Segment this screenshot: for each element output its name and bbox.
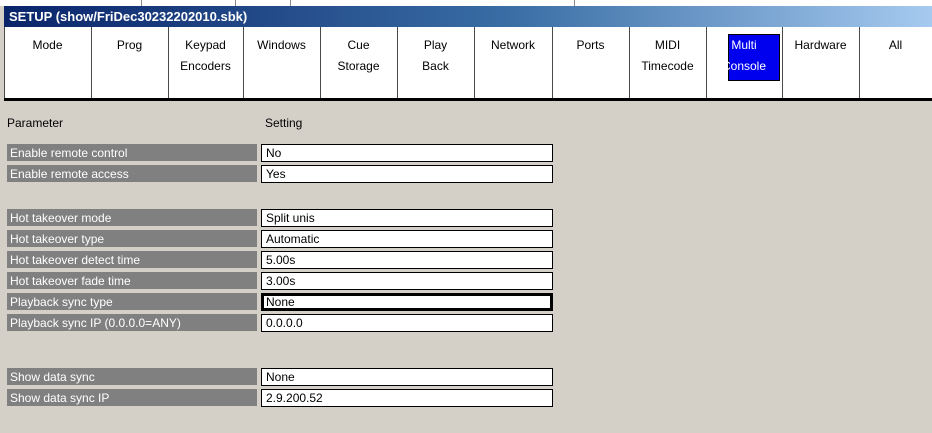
table-row: Enable remote access Yes: [4, 165, 556, 183]
setting-value[interactable]: 3.00s: [261, 272, 553, 290]
parameter-name: Enable remote control: [7, 144, 257, 162]
tab-label: Ports: [576, 38, 605, 52]
table-row: Enable remote control No: [4, 144, 556, 162]
tab-label: Multi Console: [721, 38, 767, 73]
tab-all[interactable]: All: [859, 27, 932, 101]
parameter-name: Playback sync IP (0.0.0.0=ANY): [7, 314, 257, 332]
parameter-name: Show data sync: [7, 368, 257, 386]
tab-mode[interactable]: Mode: [4, 27, 91, 101]
tab-keypad-encoders[interactable]: Keypad Encoders: [168, 27, 243, 101]
parameter-name: Show data sync IP: [7, 389, 257, 407]
window-title: SETUP (show/FriDec30232202010.sbk): [4, 6, 932, 27]
tab-multi-console[interactable]: Multi Console: [706, 27, 782, 101]
setting-value[interactable]: None: [261, 368, 553, 386]
tab-label: Play Back: [422, 38, 449, 73]
parameter-column-header: Parameter: [7, 116, 64, 130]
setting-value[interactable]: 5.00s: [261, 251, 553, 269]
parameter-name: Hot takeover mode: [7, 209, 257, 227]
tab-label: Keypad Encoders: [180, 38, 231, 73]
tab-play-back[interactable]: Play Back: [397, 27, 474, 101]
setting-value[interactable]: Automatic: [261, 230, 553, 248]
tab-label: Hardware: [794, 38, 847, 52]
setting-column-header: Setting: [265, 116, 303, 130]
tab-prog[interactable]: Prog: [91, 27, 168, 101]
tab-label: Cue Storage: [337, 38, 380, 73]
tab-label: Network: [490, 38, 535, 52]
tab-windows[interactable]: Windows: [243, 27, 320, 101]
table-row: Hot takeover fade time 3.00s: [4, 272, 556, 290]
tab-midi-timecode[interactable]: MIDI Timecode: [629, 27, 706, 101]
parameter-name: Playback sync type: [7, 293, 257, 311]
table-row: Playback sync type None: [4, 293, 556, 311]
table-row: Show data sync IP 2.9.200.52: [4, 389, 556, 407]
table-row: Hot takeover type Automatic: [4, 230, 556, 248]
tab-label: Windows: [257, 38, 306, 52]
setting-value[interactable]: Yes: [261, 165, 553, 183]
tab-label: Mode: [32, 38, 63, 52]
tab-network[interactable]: Network: [474, 27, 552, 101]
tab-ports[interactable]: Ports: [552, 27, 629, 101]
parameter-name: Hot takeover type: [7, 230, 257, 248]
parameter-name: Enable remote access: [7, 165, 257, 183]
setting-value-focused[interactable]: None: [261, 293, 553, 311]
table-row: Show data sync None: [4, 368, 556, 386]
setting-value[interactable]: No: [261, 144, 553, 162]
setting-value[interactable]: 2.9.200.52: [261, 389, 553, 407]
table-row: Playback sync IP (0.0.0.0=ANY) 0.0.0.0: [4, 314, 556, 332]
setting-value[interactable]: Split unis: [261, 209, 553, 227]
table-row: Hot takeover detect time 5.00s: [4, 251, 556, 269]
settings-panel: Parameter Setting Enable remote control …: [4, 114, 932, 433]
parameter-name: Hot takeover detect time: [7, 251, 257, 269]
parameter-name: Hot takeover fade time: [7, 272, 257, 290]
tab-cue-storage[interactable]: Cue Storage: [320, 27, 397, 101]
setting-value[interactable]: 0.0.0.0: [261, 314, 553, 332]
table-row: Hot takeover mode Split unis: [4, 209, 556, 227]
tab-label: Prog: [116, 38, 143, 52]
tab-hardware[interactable]: Hardware: [782, 27, 859, 101]
tab-bar: Mode Prog Keypad Encoders Windows Cue St…: [4, 27, 932, 101]
tab-label: MIDI Timecode: [641, 38, 694, 73]
tab-label: All: [888, 38, 903, 52]
